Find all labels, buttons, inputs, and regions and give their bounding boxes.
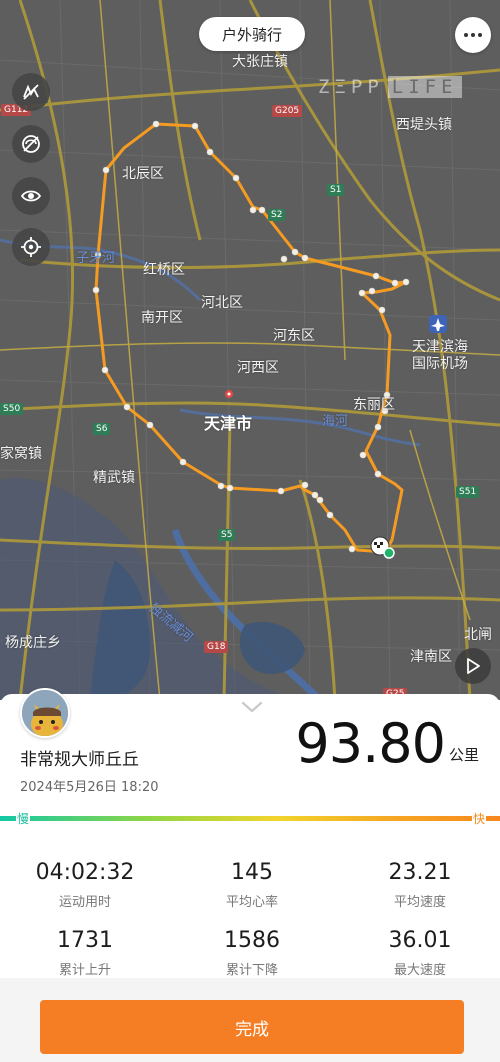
stat-value: 145 bbox=[231, 860, 273, 885]
more-options-button[interactable] bbox=[455, 17, 491, 53]
3d-toggle-button[interactable] bbox=[12, 125, 50, 163]
map-label: 北辰区 bbox=[122, 166, 164, 182]
done-button[interactable]: 完成 bbox=[40, 1000, 464, 1054]
map-label: 大张庄镇 bbox=[232, 54, 288, 70]
distance-unit: 公里 bbox=[449, 746, 480, 764]
map-label: 北闸 bbox=[464, 627, 492, 643]
stat-value: 36.01 bbox=[388, 928, 452, 953]
airport-icon bbox=[429, 315, 447, 333]
map-label: 子牙河 bbox=[76, 251, 116, 266]
road-badge: S6 bbox=[93, 423, 111, 435]
stat-label: 累计下降 bbox=[225, 963, 278, 978]
road-badge: S50 bbox=[0, 403, 24, 415]
activity-datetime: 2024年5月26日 18:20 bbox=[20, 780, 159, 795]
map-label: 国际机场 bbox=[412, 356, 468, 372]
road-badge: S5 bbox=[218, 529, 236, 541]
stat-label: 运动用时 bbox=[58, 895, 111, 910]
zepp-life-logo: ZΞPP LIFE bbox=[318, 74, 462, 100]
road-badge: G205 bbox=[272, 105, 303, 117]
speed-slow-label: 慢 bbox=[16, 810, 31, 827]
avatar[interactable] bbox=[20, 688, 70, 738]
total-distance: 93.80 bbox=[295, 712, 446, 775]
route-map[interactable]: 大张庄镇 西堤头镇 北辰区 子牙河 红桥区 河北区 南开区 河东区 河西区 天津… bbox=[0, 0, 500, 700]
play-icon bbox=[467, 658, 480, 674]
activity-type-pill: 户外骑行 bbox=[199, 17, 305, 51]
stat-value: 1586 bbox=[224, 928, 280, 953]
stat-label: 平均速度 bbox=[393, 895, 446, 910]
locate-icon bbox=[21, 237, 41, 257]
layer-toggle-icon bbox=[23, 84, 39, 100]
username: 非常规大师丘丘 bbox=[20, 750, 139, 770]
more-dots-icon bbox=[471, 33, 475, 37]
map-label: 家窝镇 bbox=[0, 446, 42, 462]
more-dots-icon bbox=[464, 33, 468, 37]
stat-label: 平均心率 bbox=[225, 895, 278, 910]
map-label: 河东区 bbox=[273, 328, 315, 344]
map-label: 东丽区 bbox=[353, 397, 395, 413]
locate-button[interactable] bbox=[12, 228, 50, 266]
stat-avg-speed: 23.21 平均速度 bbox=[355, 860, 485, 910]
stat-elevation-gain: 1731 累计上升 bbox=[20, 928, 150, 978]
eye-icon bbox=[20, 190, 42, 202]
road-badge: S2 bbox=[268, 209, 286, 221]
collapse-chevron-icon[interactable] bbox=[240, 700, 264, 714]
stat-max-speed: 36.01 最大速度 bbox=[355, 928, 485, 978]
speed-fast-label: 快 bbox=[472, 810, 487, 827]
map-label: 南开区 bbox=[141, 310, 183, 326]
map-label: 海河 bbox=[322, 414, 349, 429]
3d-off-icon bbox=[22, 135, 40, 153]
map-label: 杨成庄乡 bbox=[5, 635, 61, 651]
stat-label: 最大速度 bbox=[393, 963, 446, 978]
visibility-button[interactable] bbox=[12, 177, 50, 215]
road-badge: S51 bbox=[456, 486, 480, 498]
map-label: 津南区 bbox=[410, 649, 452, 665]
stat-elevation-loss: 1586 累计下降 bbox=[187, 928, 317, 978]
stat-value: 23.21 bbox=[388, 860, 452, 885]
speed-gradient-bar bbox=[0, 816, 500, 821]
map-label: 天津市 bbox=[204, 414, 253, 433]
road-badge: G18 bbox=[204, 641, 229, 653]
city-center-pin bbox=[225, 390, 233, 398]
map-label: 红桥区 bbox=[143, 262, 185, 278]
stat-avg-heart-rate: 145 平均心率 bbox=[187, 860, 317, 910]
playback-button[interactable] bbox=[455, 648, 491, 684]
stat-duration: 04:02:32 运动用时 bbox=[20, 860, 150, 910]
map-label: 河西区 bbox=[237, 360, 279, 376]
layer-toggle-button[interactable] bbox=[12, 73, 50, 111]
brand-part1: ZΞPP bbox=[318, 76, 384, 98]
stat-value: 1731 bbox=[57, 928, 113, 953]
stat-value: 04:02:32 bbox=[35, 860, 135, 885]
map-label: 精武镇 bbox=[93, 470, 135, 486]
road-badge: S1 bbox=[327, 184, 345, 196]
map-label: 西堤头镇 bbox=[396, 117, 452, 133]
brand-part2: LIFE bbox=[387, 76, 462, 98]
map-label: 河北区 bbox=[201, 295, 243, 311]
stat-label: 累计上升 bbox=[58, 963, 111, 978]
more-dots-icon bbox=[478, 33, 482, 37]
